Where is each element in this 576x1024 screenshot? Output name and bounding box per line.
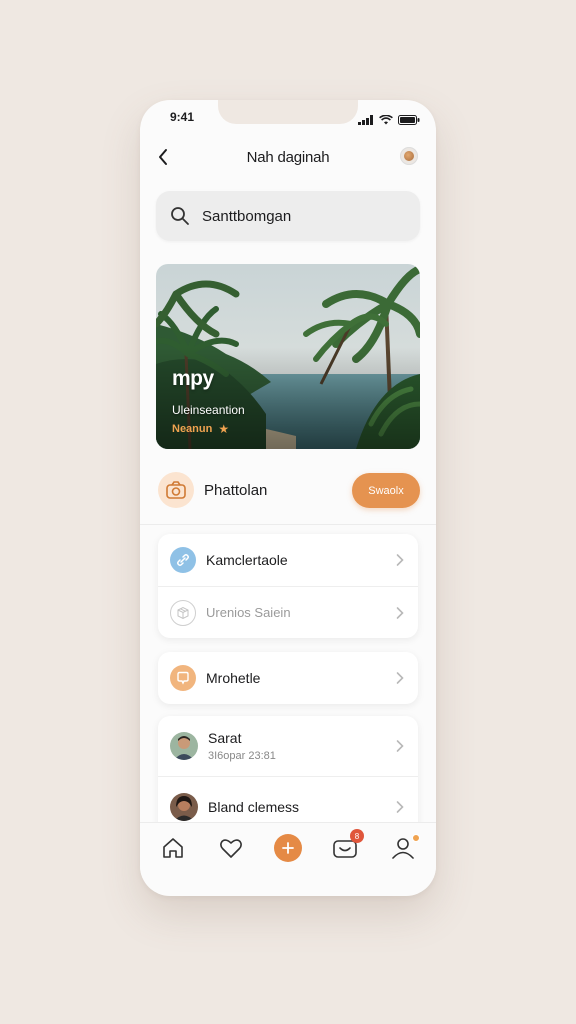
list-item[interactable]: Mrohetle	[158, 652, 418, 704]
tab-home[interactable]	[158, 833, 188, 863]
tab-bar: 8	[140, 822, 436, 878]
featured-title: mpy	[172, 367, 214, 390]
search-bar[interactable]: Santtbomgan	[156, 191, 420, 241]
profile-icon	[392, 838, 414, 859]
avatar	[170, 792, 198, 821]
wifi-icon	[379, 112, 393, 130]
featured-card[interactable]: mpy Uleinseantion Neanun ★	[156, 264, 420, 449]
battery-icon	[398, 112, 420, 130]
single-item-card: Mrohetle	[158, 652, 418, 704]
rating-label: Neanun	[172, 423, 213, 435]
nav-bar: Nah daginah	[140, 140, 436, 174]
messages-card: Sarat 3I6opar 23:81 Bland clemess	[158, 716, 418, 836]
status-time: 9:41	[170, 110, 195, 124]
search-icon	[171, 207, 189, 225]
photo-label: Phattolan	[204, 482, 268, 499]
box-icon	[170, 599, 196, 626]
message-timestamp: 3I6opar 23:81	[208, 750, 276, 762]
featured-subtitle: Uleinseantion	[172, 403, 245, 417]
message-item[interactable]: Sarat 3I6opar 23:81	[158, 716, 418, 776]
tab-create[interactable]	[273, 833, 303, 863]
chevron-right-icon	[396, 800, 404, 813]
search-input[interactable]: Santtbomgan	[202, 208, 291, 225]
tab-inbox[interactable]: 8	[330, 829, 364, 863]
photo-row: Phattolan Swaolx	[156, 471, 420, 511]
list-item-label: Urenios Saiein	[206, 605, 291, 620]
page-title: Nah daginah	[246, 149, 330, 166]
message-sender: Bland clemess	[208, 798, 300, 815]
notification-badge: 8	[350, 829, 364, 843]
chevron-right-icon	[396, 672, 404, 684]
list-item-label: Kamclertaole	[206, 552, 288, 568]
status-icons	[358, 112, 420, 130]
chevron-right-icon	[396, 606, 404, 619]
phone-frame: 9:41 Nah daginah Santtbomgan mpy Uleinse…	[140, 100, 436, 896]
heart-icon	[220, 839, 242, 858]
link-icon	[170, 547, 196, 573]
featured-rating: Neanun ★	[172, 422, 229, 436]
signal-icon	[358, 112, 374, 130]
home-icon	[163, 838, 183, 858]
settings-card: Kamclertaole Urenios Saiein	[158, 534, 418, 638]
plus-icon	[274, 834, 302, 862]
avatar[interactable]	[400, 147, 418, 165]
photo-action-button[interactable]: Swaolx	[352, 473, 420, 508]
status-bar: 9:41	[140, 100, 436, 134]
list-item-label: Mrohetle	[206, 670, 261, 686]
chevron-right-icon	[396, 554, 404, 566]
divider	[140, 524, 436, 525]
camera-icon	[158, 472, 194, 508]
avatar	[170, 732, 198, 760]
chat-icon	[170, 665, 196, 691]
chevron-right-icon	[396, 740, 404, 752]
tab-profile[interactable]	[388, 833, 420, 863]
star-icon: ★	[218, 422, 230, 436]
message-sender: Sarat	[208, 730, 242, 746]
tab-favorites[interactable]	[216, 833, 246, 863]
list-item[interactable]: Kamclertaole	[158, 534, 418, 586]
status-dot	[412, 834, 420, 842]
list-item[interactable]: Urenios Saiein	[158, 586, 418, 638]
